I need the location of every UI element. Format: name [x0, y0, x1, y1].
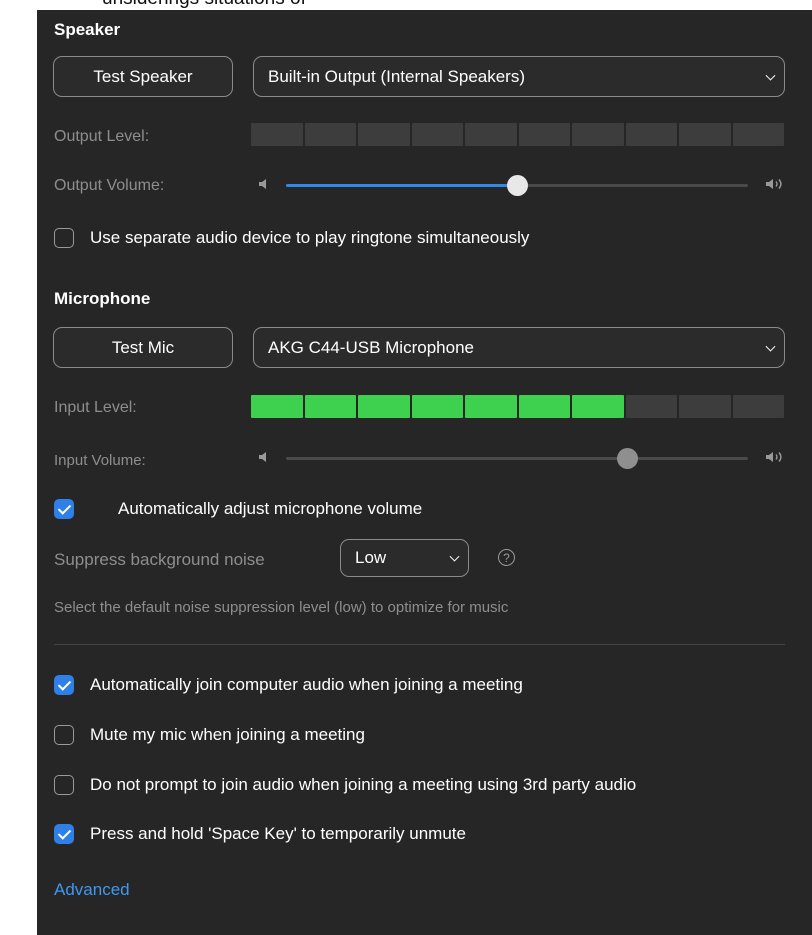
- advanced-link[interactable]: Advanced: [54, 880, 130, 900]
- noise-suppression-value: Low: [355, 548, 387, 567]
- level-meter-segment: [411, 123, 463, 146]
- suppress-noise-label: Suppress background noise: [54, 550, 265, 569]
- input-volume-thumb[interactable]: [617, 448, 639, 469]
- level-meter-segment: [251, 123, 303, 146]
- microphone-device-value: AKG C44-USB Microphone: [268, 337, 474, 357]
- section-divider: [54, 644, 785, 645]
- level-meter-segment: [625, 123, 677, 146]
- chevron-down-icon: [449, 551, 460, 562]
- output-volume-thumb[interactable]: [506, 175, 528, 196]
- speaker-high-icon: [766, 452, 782, 462]
- auto-adjust-mic-checkbox[interactable]: [54, 499, 74, 519]
- output-volume-fill: [286, 184, 517, 187]
- mute-on-join-checkbox[interactable]: [54, 725, 74, 745]
- overlapping-window-strip: unsiderings situations of: [0, 0, 812, 10]
- speaker-device-value: Built-in Output (Internal Speakers): [268, 66, 526, 86]
- chevron-down-icon: [765, 70, 776, 81]
- noise-suppression-hint: Select the default noise suppression lev…: [54, 599, 509, 616]
- level-meter-segment: [304, 123, 356, 146]
- speaker-low-icon: [259, 452, 266, 462]
- mute-on-join-label: Mute my mic when joining a meeting: [90, 725, 365, 744]
- level-meter-segment: [732, 123, 784, 146]
- output-level-meter: [251, 123, 784, 146]
- overlapping-window-text: unsiderings situations of: [102, 0, 306, 10]
- level-meter-segment: [518, 395, 570, 418]
- test-speaker-button[interactable]: Test Speaker: [53, 56, 233, 97]
- level-meter-segment: [732, 395, 784, 418]
- noise-suppression-select[interactable]: Low: [340, 539, 469, 577]
- level-meter-segment: [572, 123, 624, 146]
- level-meter-segment: [572, 395, 624, 418]
- level-meter-segment: [679, 123, 731, 146]
- input-level-meter: [251, 395, 784, 418]
- level-meter-segment: [518, 123, 570, 146]
- microphone-device-select[interactable]: AKG C44-USB Microphone: [253, 327, 785, 368]
- help-icon[interactable]: ?: [498, 549, 515, 566]
- chevron-down-icon: [765, 341, 776, 352]
- space-key-unmute-checkbox[interactable]: [54, 824, 74, 844]
- level-meter-segment: [251, 395, 303, 418]
- level-meter-segment: [358, 395, 410, 418]
- microphone-section-title: Microphone: [54, 289, 151, 308]
- no-prompt-third-party-checkbox[interactable]: [54, 775, 74, 795]
- level-meter-segment: [625, 395, 677, 418]
- output-volume-label: Output Volume:: [54, 177, 165, 194]
- no-prompt-third-party-label: Do not prompt to join audio when joining…: [90, 775, 637, 794]
- ringtone-checkbox-label: Use separate audio device to play ringto…: [90, 228, 530, 247]
- level-meter-segment: [465, 395, 517, 418]
- ringtone-checkbox[interactable]: [54, 228, 74, 248]
- auto-join-audio-label: Automatically join computer audio when j…: [90, 675, 523, 694]
- level-meter-segment: [465, 123, 517, 146]
- auto-join-audio-checkbox[interactable]: [54, 675, 74, 695]
- level-meter-segment: [304, 395, 356, 418]
- auto-adjust-mic-label: Automatically adjust microphone volume: [118, 499, 423, 518]
- level-meter-segment: [358, 123, 410, 146]
- speaker-low-icon: [259, 179, 266, 189]
- input-level-label: Input Level:: [54, 399, 137, 416]
- audio-settings-panel: Speaker Test Speaker Built-in Output (In…: [37, 10, 812, 935]
- level-meter-segment: [411, 395, 463, 418]
- speaker-section-title: Speaker: [54, 20, 121, 39]
- level-meter-segment: [679, 395, 731, 418]
- output-level-label: Output Level:: [54, 128, 150, 145]
- input-volume-label: Input Volume:: [54, 452, 146, 469]
- input-volume-track[interactable]: [286, 457, 748, 460]
- speaker-device-select[interactable]: Built-in Output (Internal Speakers): [253, 56, 785, 97]
- test-mic-button[interactable]: Test Mic: [53, 327, 233, 368]
- space-key-unmute-label: Press and hold 'Space Key' to temporaril…: [90, 824, 466, 843]
- speaker-high-icon: [766, 179, 782, 189]
